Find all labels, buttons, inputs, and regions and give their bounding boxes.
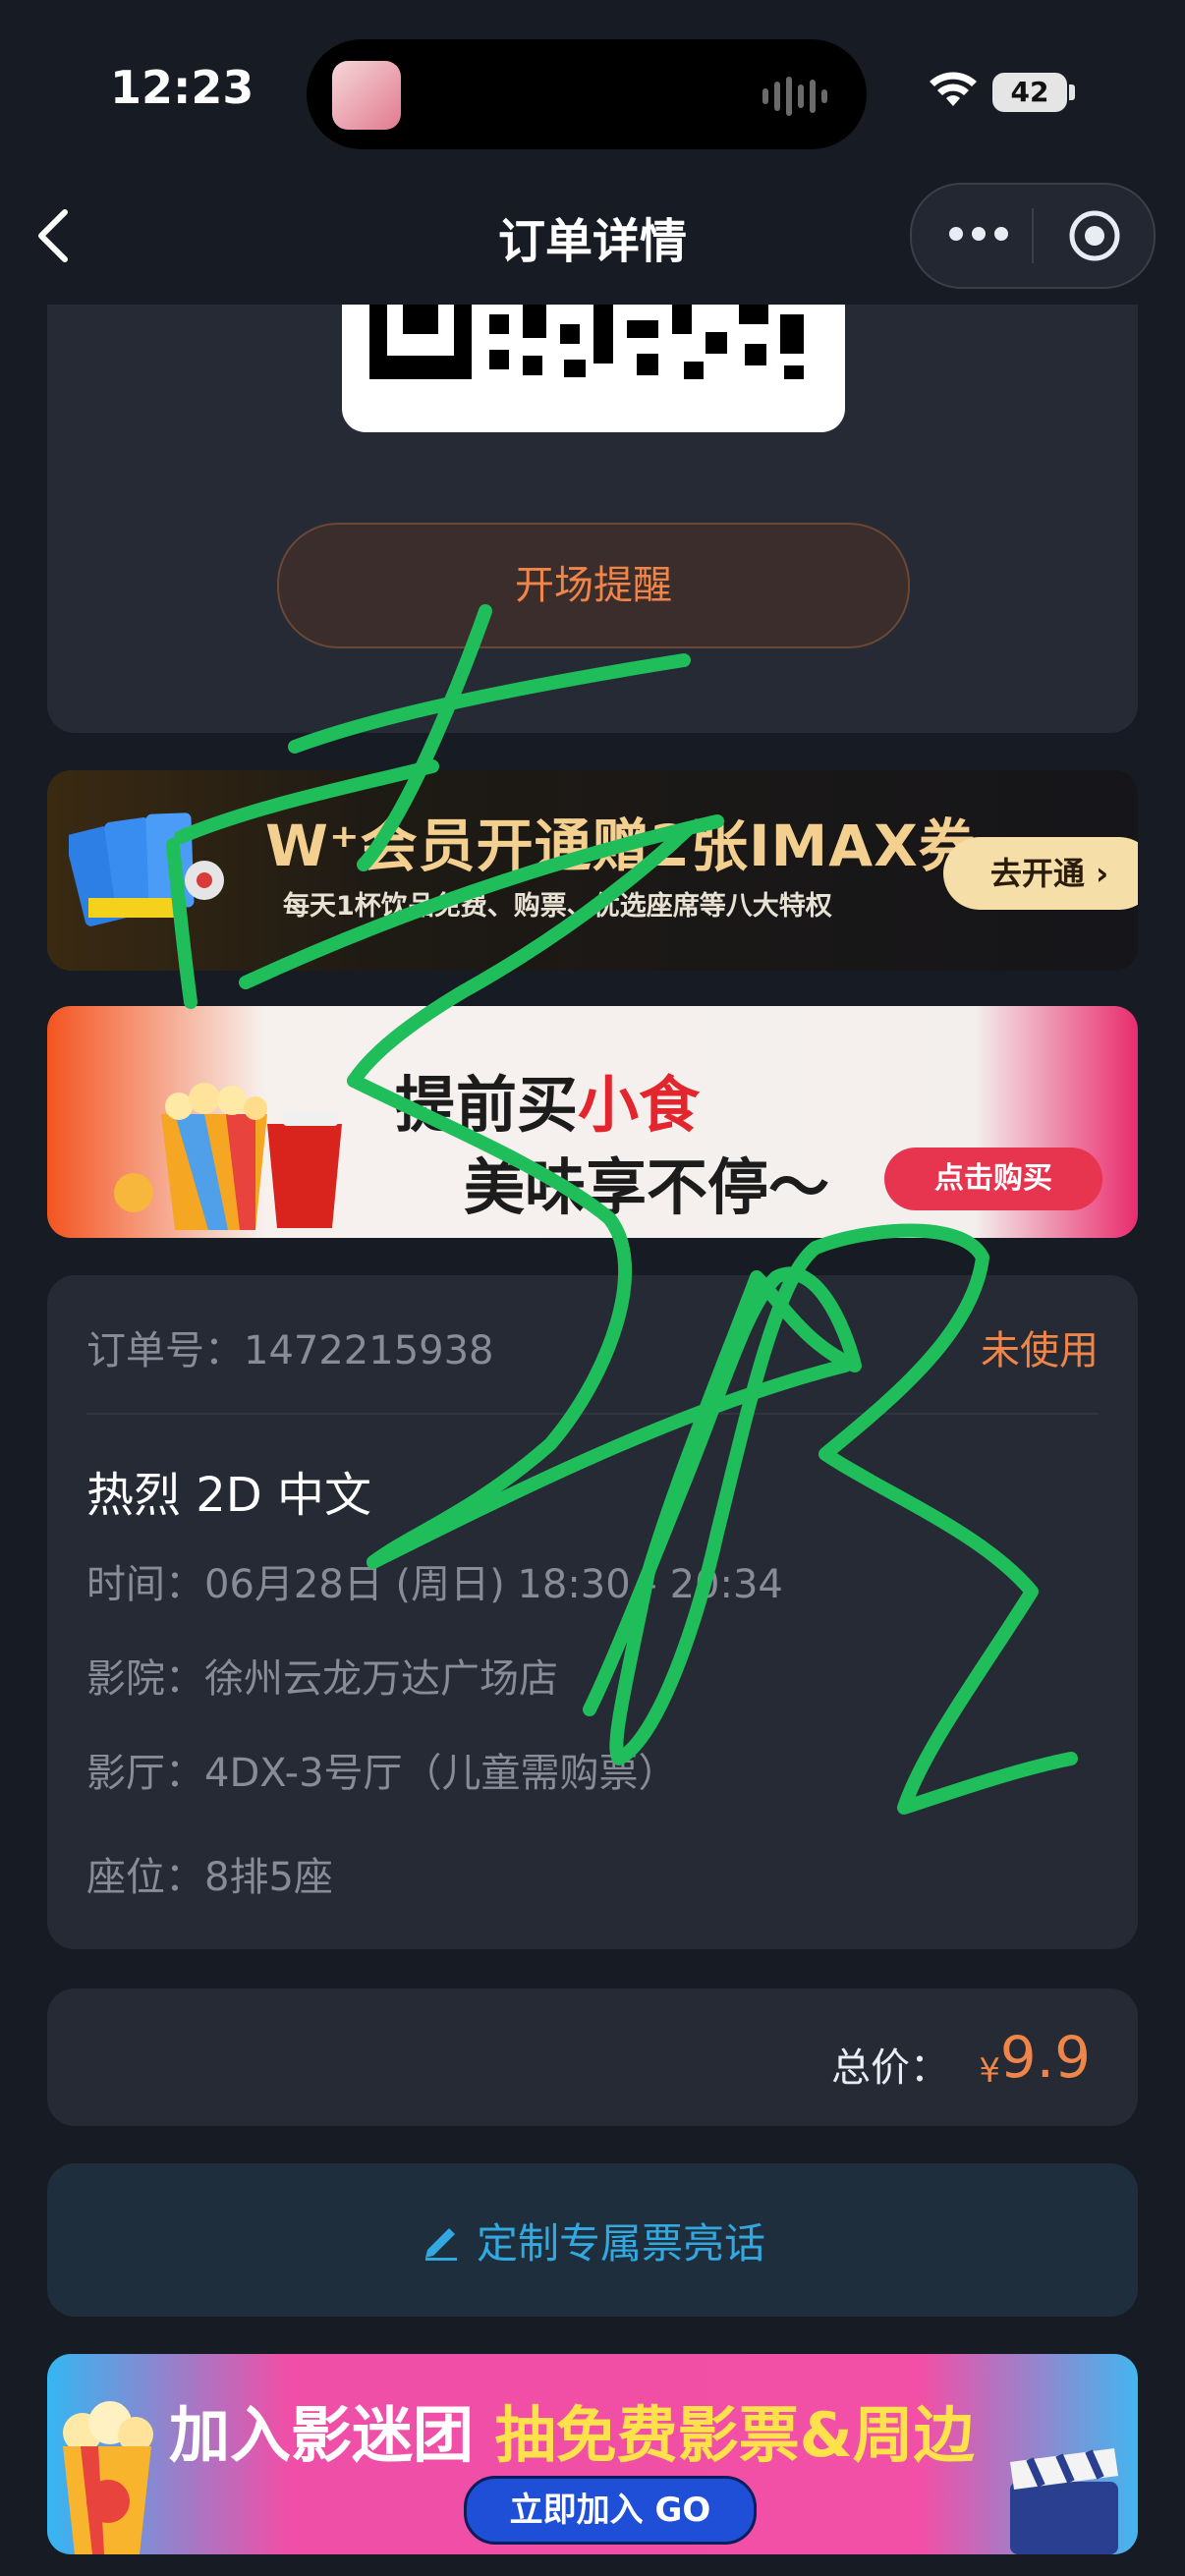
custom-ticket-message-label: 定制专属票亮话 [476,2218,765,2268]
snack-banner-line2: 美味享不停～ [464,1151,830,1223]
total-price-value: 9.9 [999,2024,1091,2091]
showtime-reminder-button[interactable]: 开场提醒 [277,523,910,648]
target-icon[interactable] [1067,208,1122,263]
vip-banner-title: W⁺会员开通赠2张IMAX券 [265,812,977,879]
ticket-stack-icon [69,812,224,926]
custom-ticket-message-button[interactable]: 定制专属票亮话 [47,2163,1138,2317]
dynamic-island[interactable] [307,39,867,149]
order-info-card: 订单号：1472215938 未使用 热烈 2D 中文 时间：06月28日 (周… [47,1275,1138,1949]
status-time: 12:23 [110,61,254,114]
snack-promo-banner[interactable]: 提前买小食 美味享不停～ 点击购买 [47,1006,1138,1238]
fan-club-banner-title: 加入影迷团 抽免费影票&周边 [169,2399,975,2471]
qr-code [342,305,845,432]
snack-banner-line1: 提前买小食 [395,1069,701,1141]
vip-membership-banner[interactable]: W⁺会员开通赠2张IMAX券 每天1杯饮品免费、购票、优选座席等八大特权 去开通… [47,770,1138,971]
order-divider [86,1413,1099,1415]
vip-banner-subtitle: 每天1杯饮品免费、购票、优选座席等八大特权 [283,891,832,922]
order-status-badge: 未使用 [981,1328,1099,1373]
mini-program-capsule [910,183,1156,289]
total-price-label: 总价： [831,2045,949,2091]
popcorn-cola-icon [114,1083,342,1230]
currency-symbol: ¥ [979,2051,1000,2091]
info-row-cinema: 影院：徐州云龙万达广场店 [86,1656,558,1702]
fan-club-banner[interactable]: 加入影迷团 抽免费影票&周边 立即加入 GO [47,2354,1138,2554]
battery-indicator: 42 [992,73,1067,112]
popcorn-bucket-icon [63,2401,153,2554]
clapperboard-icon [1010,2448,1118,2554]
info-row-hall: 影厅：4DX-3号厅（儿童需购票） [86,1751,678,1796]
wifi-icon [930,72,977,106]
battery-cap [1069,84,1075,100]
info-row-time: 时间：06月28日 (周日) 18:30 - 20:34 [86,1562,783,1607]
snack-buy-button[interactable]: 点击购买 [884,1148,1102,1210]
vip-activate-button[interactable]: 去开通 › [943,837,1138,910]
edit-pen-icon [424,2228,457,2261]
audio-wave-icon [762,77,827,116]
app-thumbnail-icon [332,61,401,130]
price-card: 总价： ¥ 9.9 [47,1988,1138,2126]
join-fan-club-button[interactable]: 立即加入 GO [464,2476,757,2545]
order-number: 订单号：1472215938 [86,1328,494,1373]
more-icon[interactable] [949,214,1008,253]
capsule-divider [1032,208,1034,263]
info-row-seat: 座位：8排5座 [86,1855,333,1900]
movie-title: 热烈 2D 中文 [86,1468,372,1523]
